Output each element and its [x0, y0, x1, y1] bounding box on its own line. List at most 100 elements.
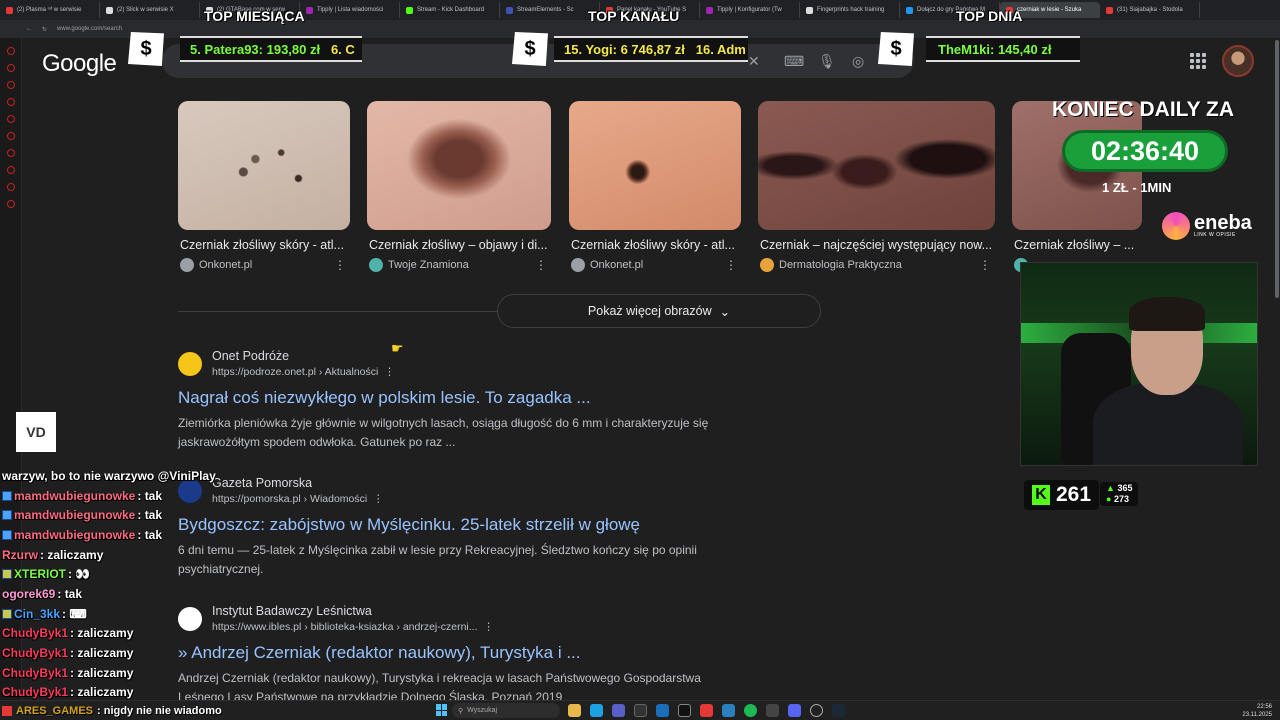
top-day-title: TOP DNIA	[956, 8, 1023, 24]
more-options-icon[interactable]: ⋮	[370, 493, 384, 505]
lens-icon[interactable]: ◎	[852, 53, 864, 70]
spotify-icon[interactable]	[744, 704, 757, 717]
browser-tab[interactable]: (2) Plasma ⁿᵈ w serwisie	[0, 2, 100, 18]
chat-username: mamdwubiegunowke	[14, 508, 136, 523]
site-name[interactable]: Instytut Badawczy Leśnictwa	[212, 604, 494, 618]
tab-favicon-icon	[6, 6, 13, 14]
top-month-entry: 5. Patera93: 193,80 zł	[190, 41, 321, 57]
keyboard-icon[interactable]: ⌨	[784, 53, 804, 70]
image-result[interactable]: Czerniak – najczęściej występujący now..…	[758, 101, 995, 276]
address-url[interactable]: www.google.com/search	[57, 26, 122, 32]
webcam-feed	[1020, 262, 1258, 466]
discord-icon[interactable]	[788, 704, 801, 717]
site-favicon[interactable]	[178, 351, 202, 376]
browser-tab[interactable]: Stream - Kick Dashboard	[400, 2, 500, 18]
image-source[interactable]: Twoje Znamiona	[388, 259, 469, 271]
result-title-link[interactable]: » Andrzej Czerniak (redaktor naukowy), T…	[178, 643, 738, 663]
more-options-icon[interactable]: ⋮	[334, 258, 346, 272]
chat-message: mamdwubiegunowke: tak	[0, 505, 240, 525]
steam-icon[interactable]	[832, 704, 845, 717]
kick-stat-1: 365	[1117, 483, 1133, 493]
browser-tab[interactable]: (31) Siajabajka - Stodola	[1100, 2, 1200, 18]
microphone-icon[interactable]: 🎙	[818, 53, 836, 70]
chat-text: : tak	[137, 508, 163, 523]
image-caption[interactable]: Czerniak złośliwy skóry - atl...	[569, 238, 741, 252]
sidebar-app-icon[interactable]	[6, 132, 15, 140]
image-caption[interactable]: Czerniak – najczęściej występujący now..…	[758, 238, 995, 252]
reload-icon[interactable]: ↻	[42, 26, 47, 33]
search-result: Onet Podróże https://podroze.onet.pl › A…	[178, 349, 738, 452]
teams-icon[interactable]	[612, 704, 625, 717]
chat-message: Cin_3kk: ⌨	[0, 604, 240, 624]
result-title-link[interactable]: Nagrał coś niezwykłego w polskim lesie. …	[178, 388, 738, 408]
image-source[interactable]: Onkonet.pl	[199, 259, 252, 271]
site-url[interactable]: https://podroze.onet.pl › Aktualności ⋮	[212, 366, 395, 378]
image-source[interactable]: Dermatologia Praktyczna	[779, 259, 902, 271]
terminal-icon[interactable]	[678, 704, 691, 717]
more-options-icon[interactable]: ⋮	[535, 258, 547, 272]
image-thumbnail[interactable]	[569, 101, 741, 230]
more-options-icon[interactable]: ⋮	[725, 258, 737, 272]
image-caption[interactable]: Czerniak złośliwy skóry - atl...	[178, 238, 350, 252]
image-caption[interactable]: Czerniak złośliwy – ...	[1012, 238, 1142, 252]
more-options-icon[interactable]: ⋮	[381, 366, 395, 378]
app-icon[interactable]	[656, 704, 669, 717]
image-result[interactable]: Czerniak złośliwy – objawy i di... Twoje…	[367, 101, 551, 276]
edge-icon[interactable]	[590, 704, 603, 717]
image-result[interactable]: Czerniak złośliwy skóry - atl... Onkonet…	[178, 101, 350, 276]
top-month-banner: TOP MIESIĄCA $ 5. Patera93: 193,80 zł 6.…	[126, 8, 366, 68]
image-thumbnail[interactable]	[367, 101, 551, 230]
image-thumbnail[interactable]	[758, 101, 995, 230]
image-thumbnail[interactable]	[178, 101, 350, 230]
more-options-icon[interactable]: ⋮	[480, 621, 494, 633]
obs-icon[interactable]	[810, 704, 823, 717]
file-explorer-icon[interactable]	[568, 704, 581, 717]
eneba-name: eneba	[1194, 212, 1252, 234]
image-result[interactable]: Czerniak złośliwy skóry - atl... Onkonet…	[569, 101, 741, 276]
chat-username: ogorek69	[2, 586, 56, 601]
chat-message: mamdwubiegunowke: tak	[0, 525, 240, 545]
start-button[interactable]	[436, 704, 448, 716]
tab-favicon-icon	[406, 6, 413, 14]
top-month-title: TOP MIESIĄCA	[204, 8, 305, 24]
site-name[interactable]: Onet Podróże	[212, 349, 395, 363]
more-options-icon[interactable]: ⋮	[979, 258, 991, 272]
sidebar-app-icon[interactable]	[6, 183, 15, 191]
search-result: Gazeta Pomorska https://pomorska.pl › Wi…	[178, 476, 738, 579]
google-logo[interactable]: Google	[42, 50, 117, 78]
sidebar-app-icon[interactable]	[6, 200, 15, 208]
sidebar-app-icon[interactable]	[6, 115, 15, 123]
sidebar-app-icon[interactable]	[6, 166, 15, 174]
google-apps-icon[interactable]	[1190, 53, 1206, 69]
search-result: Instytut Badawczy Leśnictwa https://www.…	[178, 604, 738, 705]
result-title-link[interactable]: Bydgoszcz: zabójstwo w Myślęcinku. 25-la…	[178, 515, 738, 535]
taskbar-search[interactable]: ⚲ Wyszukaj	[452, 703, 560, 718]
kick-stats: ▲ 365 ● 273	[1100, 482, 1139, 506]
account-avatar[interactable]	[1222, 45, 1254, 77]
system-clock[interactable]: 22:56 23.11.2025	[1242, 703, 1272, 719]
sidebar-app-icon[interactable]	[6, 47, 15, 55]
chat-message: Rzurw: zaliczamy	[0, 545, 240, 565]
scrollbar-thumb[interactable]	[1275, 40, 1279, 298]
chat-username: ChudyByk1	[2, 626, 69, 641]
top-month-next: 6. C	[330, 41, 355, 57]
tab-label: Stream - Kick Dashboard	[417, 7, 485, 13]
chat-text: : zaliczamy	[70, 685, 134, 700]
back-icon[interactable]: ←	[26, 26, 32, 32]
app-icon[interactable]	[634, 704, 647, 717]
sidebar-app-icon[interactable]	[6, 98, 15, 106]
tab-favicon-icon	[106, 6, 113, 14]
opera-icon[interactable]	[700, 704, 713, 717]
sidebar-app-icon[interactable]	[6, 81, 15, 89]
app-icon[interactable]	[766, 704, 779, 717]
site-url[interactable]: https://www.ibles.pl › biblioteka-ksiazk…	[212, 621, 494, 633]
app-icon[interactable]	[722, 704, 735, 717]
sidebar-app-icon[interactable]	[6, 149, 15, 157]
viewer-count: 261	[1056, 483, 1092, 506]
sidebar-app-icon[interactable]	[6, 64, 15, 72]
show-more-images-button[interactable]: Pokaż więcej obrazów ⌄	[497, 294, 821, 328]
image-source[interactable]: Onkonet.pl	[590, 259, 643, 271]
chat-text: : zaliczamy	[70, 665, 134, 680]
result-snippet: Ziemiórka pleniówka żyje głównie w wilgo…	[178, 416, 709, 449]
image-caption[interactable]: Czerniak złośliwy – objawy i di...	[367, 238, 551, 252]
